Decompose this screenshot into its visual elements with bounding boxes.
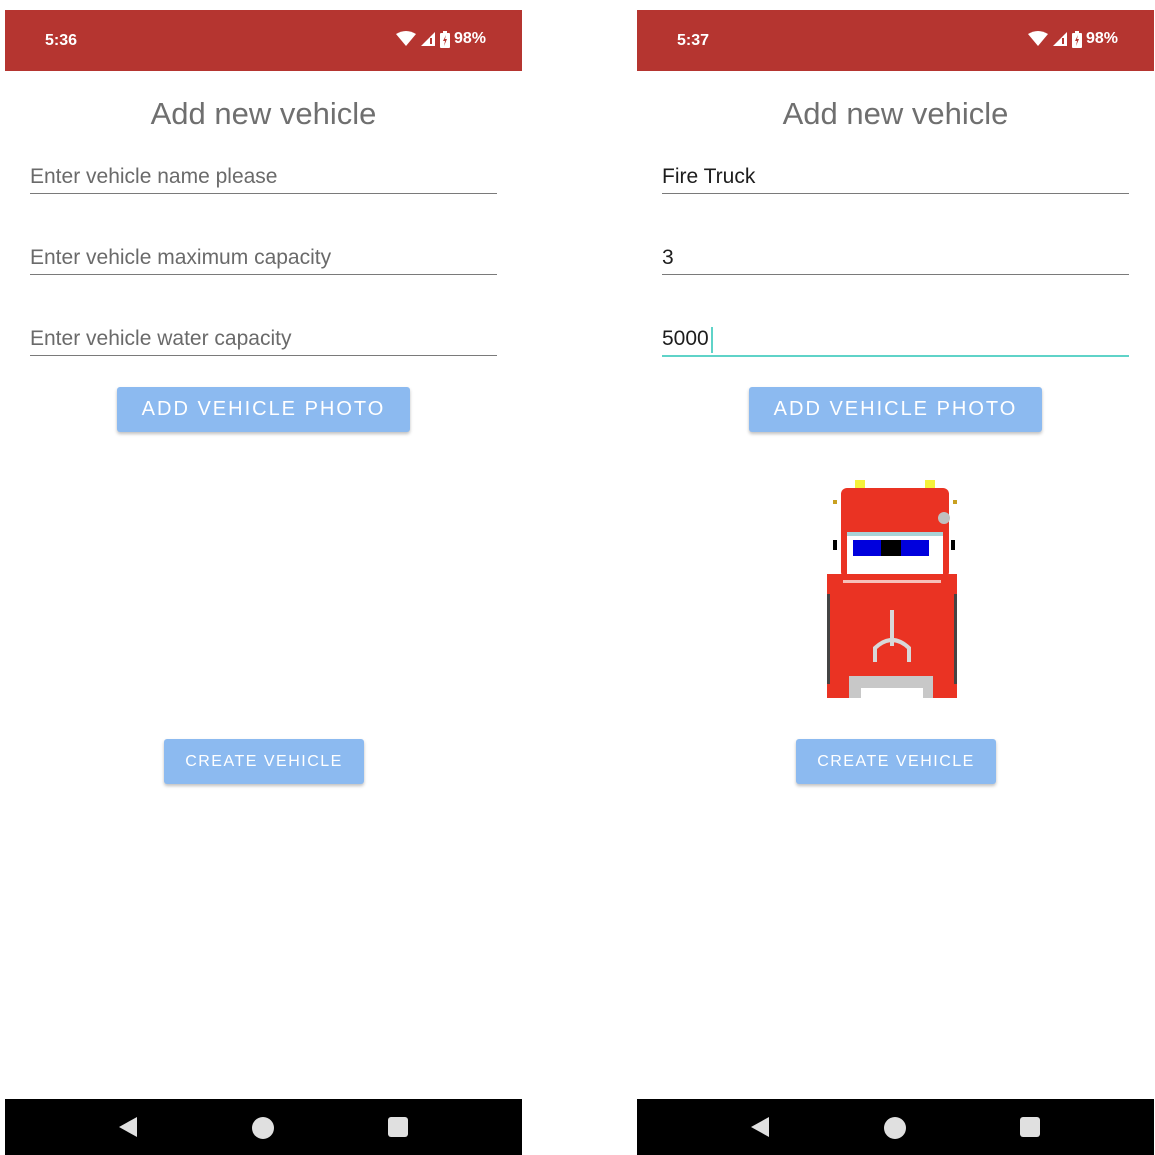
battery-percent: 98% [1085, 30, 1118, 47]
home-icon[interactable] [251, 1116, 275, 1140]
vehicle-name-field[interactable] [662, 153, 1129, 194]
water-capacity-input[interactable] [30, 327, 497, 351]
vehicle-name-field[interactable] [30, 153, 497, 194]
max-capacity-input[interactable] [30, 246, 497, 270]
recents-icon[interactable] [387, 1116, 409, 1138]
signal-icon [1052, 32, 1067, 46]
page-title: Add new vehicle [782, 96, 1009, 131]
screen-filled-form: 5:37 98% Add new vehicle ADD VEHICLE PHO… [637, 10, 1154, 1155]
recents-icon[interactable] [1019, 1116, 1041, 1138]
max-capacity-input[interactable] [662, 246, 1129, 270]
signal-icon [420, 32, 435, 46]
vehicle-name-input[interactable] [30, 165, 497, 189]
create-vehicle-button[interactable]: CREATE VEHICLE [164, 739, 364, 784]
water-capacity-field[interactable] [30, 315, 497, 356]
vehicle-name-input[interactable] [662, 165, 1129, 189]
max-capacity-field[interactable] [662, 234, 1129, 275]
navigation-bar [637, 1099, 1154, 1155]
add-vehicle-photo-button[interactable]: ADD VEHICLE PHOTO [117, 387, 410, 432]
back-icon[interactable] [750, 1116, 770, 1138]
max-capacity-field[interactable] [30, 234, 497, 275]
add-vehicle-photo-button[interactable]: ADD VEHICLE PHOTO [749, 387, 1042, 432]
status-time: 5:36 [45, 32, 78, 49]
battery-icon [1071, 30, 1082, 48]
screen-empty-form: 5:36 98% Add new vehicle ADD VEHICLE PHO… [5, 10, 522, 1155]
status-bar: 5:36 98% [5, 10, 522, 71]
home-icon[interactable] [883, 1116, 907, 1140]
water-capacity-field[interactable] [662, 315, 1129, 357]
wifi-icon [1027, 31, 1048, 46]
back-icon[interactable] [118, 1116, 138, 1138]
status-bar: 5:37 98% [637, 10, 1154, 71]
battery-percent: 98% [453, 30, 486, 47]
status-icons: 98% [395, 30, 486, 48]
navigation-bar [5, 1099, 522, 1155]
page-title: Add new vehicle [150, 96, 377, 131]
wifi-icon [395, 31, 416, 46]
text-cursor [711, 327, 713, 353]
status-time: 5:37 [677, 32, 710, 49]
create-vehicle-button[interactable]: CREATE VEHICLE [796, 739, 996, 784]
fire-truck-image [827, 480, 957, 698]
water-capacity-input[interactable] [662, 327, 1129, 351]
battery-icon [439, 30, 450, 48]
status-icons: 98% [1027, 30, 1118, 48]
